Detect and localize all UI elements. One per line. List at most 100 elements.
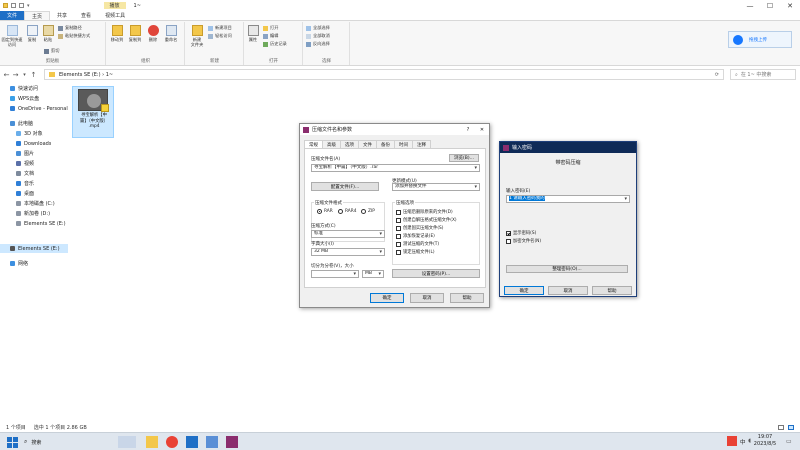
app-icon-2[interactable] — [206, 436, 218, 448]
winrar-taskbar-icon[interactable] — [226, 436, 238, 448]
nav-item[interactable]: 图片 — [0, 149, 68, 158]
properties-quick-icon[interactable] — [11, 3, 16, 8]
dialog-help-button[interactable]: ? — [461, 127, 475, 133]
chrome-icon[interactable] — [166, 436, 178, 448]
delete-button[interactable]: 删除 — [147, 25, 159, 42]
option-checkbox[interactable]: 测试压缩的文件(T) — [396, 241, 439, 247]
cut-button[interactable]: 复制路径 — [58, 25, 82, 31]
nav-item[interactable]: 新加卷 (D:) — [0, 209, 68, 218]
nav-item[interactable]: 音乐 — [0, 179, 68, 188]
nav-item[interactable]: Downloads — [0, 139, 68, 148]
nav-item[interactable]: 桌面 — [0, 189, 68, 198]
split-size-input[interactable] — [311, 270, 359, 278]
nav-item[interactable]: 快速访问 — [0, 84, 68, 93]
open-button[interactable]: 打开 — [263, 25, 278, 31]
format-rar4-radio[interactable]: RAR4 — [338, 209, 356, 214]
copy-button[interactable]: 复制 — [26, 25, 38, 42]
tab-view[interactable]: 查看 — [74, 11, 98, 20]
breadcrumb[interactable]: Elements SE (E:) › 1~ — [59, 72, 113, 78]
recent-icon[interactable]: ▾ — [20, 72, 29, 78]
nav-item[interactable]: 网络 — [0, 259, 68, 268]
select-all-button[interactable]: 全部选择 — [306, 25, 330, 31]
option-checkbox[interactable]: 添加恢复记录(E) — [396, 233, 435, 239]
profiles-button[interactable]: 配置文件(F)... — [311, 182, 379, 191]
wps-tray-icon[interactable] — [727, 436, 737, 446]
maximize-button[interactable]: ☐ — [760, 0, 780, 11]
app-icon-1[interactable] — [186, 436, 198, 448]
update-mode-select[interactable]: 添加并替换文件 — [392, 183, 480, 191]
cancel-button[interactable]: 取消 — [410, 293, 444, 303]
cut-small-button[interactable]: 剪切 — [44, 48, 59, 54]
easy-access-button[interactable]: 轻松访问 — [208, 33, 232, 39]
help-button[interactable]: 帮助 — [450, 293, 484, 303]
up-icon[interactable]: ↑ — [29, 71, 38, 79]
nav-item[interactable]: WPS云盘 — [0, 94, 68, 103]
option-checkbox[interactable]: 创建自解压格式压缩文件(X) — [396, 217, 457, 223]
format-zip-radio[interactable]: ZIP — [361, 209, 375, 214]
password-help-button[interactable]: 帮助 — [592, 286, 632, 295]
tab-home[interactable]: 主页 — [24, 11, 51, 20]
encrypt-names-checkbox[interactable]: 加密文件名(N) — [506, 238, 541, 244]
nav-item[interactable]: Elements SE (E:) — [0, 219, 68, 228]
edit-button[interactable]: 编辑 — [263, 33, 278, 39]
large-icons-view-icon[interactable] — [788, 425, 794, 430]
start-icon[interactable] — [6, 436, 18, 448]
nav-item[interactable]: Elements SE (E:) — [0, 244, 68, 253]
ok-button[interactable]: 确定 — [370, 293, 404, 303]
move-to-button[interactable]: 移动到 — [109, 25, 125, 42]
search-input[interactable]: ⌕ 在 1~ 中搜索 — [730, 69, 796, 80]
address-bar[interactable]: Elements SE (E:) › 1~ ⟳ — [44, 69, 724, 80]
nav-item[interactable]: 此电脑 — [0, 119, 68, 128]
notification-icon[interactable]: ▭ — [786, 438, 792, 445]
taskbar-widget-icon[interactable] — [118, 436, 136, 448]
split-unit-select[interactable]: MB — [362, 270, 384, 278]
file-item[interactable]: 寻宝解析【中 篇】（中文版） .mp4 — [72, 86, 114, 138]
dialog-close-button[interactable]: ✕ — [475, 127, 489, 133]
manage-passwords-button[interactable]: 整理密码(O)... — [506, 265, 628, 273]
method-select[interactable]: 标准 — [311, 230, 385, 238]
option-checkbox[interactable]: 创建固实压缩文件(S) — [396, 225, 443, 231]
nav-item[interactable]: 视频 — [0, 159, 68, 168]
show-password-checkbox[interactable]: 显示密码(S) — [506, 230, 536, 236]
new-item-button[interactable]: 新建项目 — [208, 25, 232, 31]
rename-button[interactable]: 重命名 — [163, 25, 179, 42]
option-checkbox[interactable]: 锁定压缩文件(L) — [396, 249, 435, 255]
copy-to-button[interactable]: 复制到 — [127, 25, 143, 42]
new-folder-quick-icon[interactable] — [19, 3, 24, 8]
cloud-upload-button[interactable]: 拖拽上传 — [728, 31, 792, 48]
new-folder-button[interactable]: 新建 文件夹 — [188, 25, 206, 47]
taskbar-search[interactable]: ⌕ 搜索 — [24, 436, 41, 448]
browse-button[interactable]: 浏览(B)... — [449, 154, 479, 162]
paste-button[interactable]: 粘贴 — [42, 25, 54, 42]
archive-name-input[interactable]: 寻宝解析【中篇】（中文版）.rar — [311, 164, 480, 172]
paste-shortcut-button[interactable]: 粘贴快捷方式 — [58, 33, 90, 39]
select-none-button[interactable]: 全部取消 — [306, 33, 330, 39]
nav-item[interactable]: OneDrive - Personal — [0, 104, 68, 113]
password-ok-button[interactable]: 确定 — [504, 286, 544, 295]
nav-item[interactable]: 文档 — [0, 169, 68, 178]
dropdown-icon[interactable]: ▾ — [27, 3, 30, 9]
clock[interactable]: 19:07 2023/8/5 — [750, 434, 780, 448]
refresh-icon[interactable]: ⟳ — [715, 72, 719, 78]
tab-share[interactable]: 共享 — [50, 11, 74, 20]
option-checkbox[interactable]: 压缩后删除原来的文件(D) — [396, 209, 453, 215]
set-password-button[interactable]: 设置密码(P)... — [392, 269, 480, 278]
file-explorer-icon[interactable] — [146, 436, 158, 448]
password-cancel-button[interactable]: 取消 — [548, 286, 588, 295]
dictionary-select[interactable]: 32 MB — [311, 248, 385, 256]
forward-icon[interactable]: → — [11, 71, 20, 79]
close-button[interactable]: ✕ — [780, 0, 800, 11]
details-view-icon[interactable] — [778, 425, 784, 430]
nav-item[interactable]: 3D 对象 — [0, 129, 68, 138]
context-tab-play[interactable]: 播放 — [103, 2, 126, 9]
ime-indicator[interactable]: 中 — [740, 438, 746, 446]
invert-selection-button[interactable]: 反向选择 — [306, 41, 330, 47]
back-icon[interactable]: ← — [2, 71, 11, 79]
password-input[interactable]: 1 请输入密码我的 — [506, 195, 630, 203]
properties-button[interactable]: 属性 — [247, 25, 259, 42]
tab-video-tools[interactable]: 视频工具 — [98, 11, 132, 20]
tab-file[interactable]: 文件 — [0, 11, 25, 20]
format-rar-radio[interactable]: RAR — [317, 209, 333, 214]
history-button[interactable]: 历史记录 — [263, 41, 287, 47]
pin-quick-access-button[interactable]: 固定到快速访问 — [2, 25, 22, 47]
